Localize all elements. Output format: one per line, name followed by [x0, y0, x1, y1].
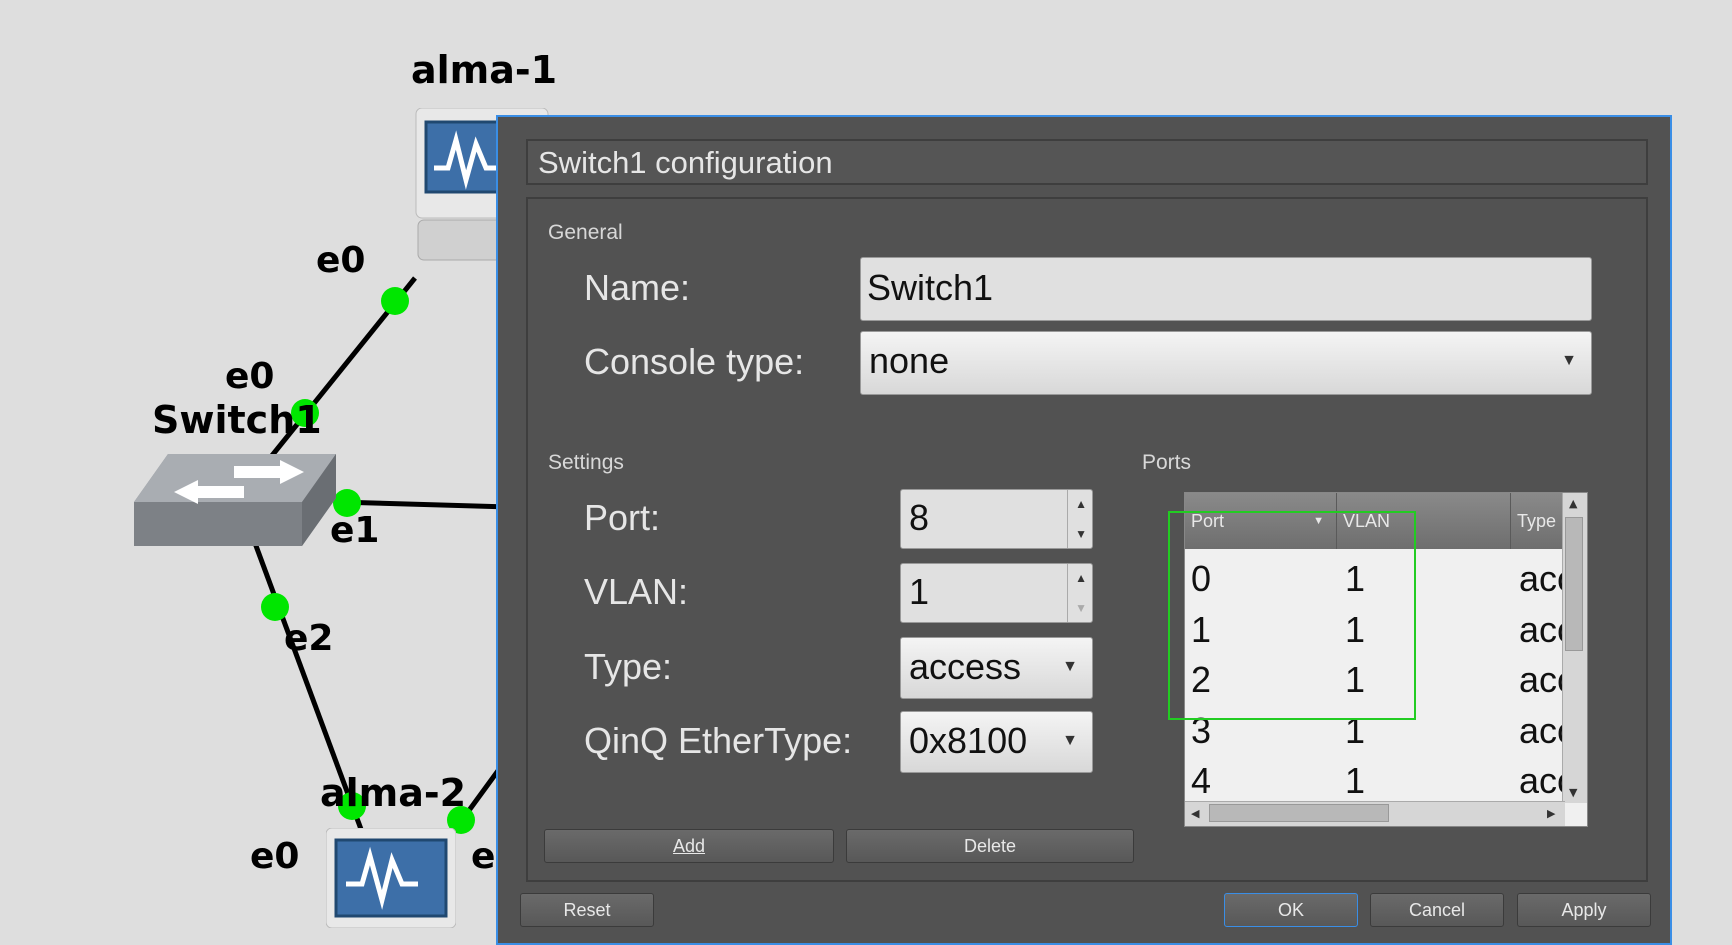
- link-switch-e1: [337, 499, 511, 510]
- table-row[interactable]: 0 1 access: [1185, 553, 1563, 604]
- vlan-spin-buttons[interactable]: ▲ ▼: [1067, 564, 1092, 622]
- scrollbar-thumb[interactable]: [1565, 517, 1583, 651]
- switch1-label: Switch1: [152, 398, 322, 442]
- scroll-right-icon[interactable]: ▶: [1547, 807, 1555, 820]
- spin-down-icon[interactable]: ▼: [1075, 602, 1087, 614]
- cancel-button[interactable]: Cancel: [1370, 893, 1504, 927]
- table-vertical-scrollbar[interactable]: ▲ ▼: [1562, 493, 1587, 803]
- name-field[interactable]: Switch1: [860, 257, 1592, 321]
- alma2-e1-label: e: [471, 836, 496, 877]
- ports-table-header: Port ▼ VLAN Type: [1185, 493, 1563, 549]
- chevron-down-icon: ▼: [1062, 732, 1078, 749]
- port-spin-buttons[interactable]: ▲ ▼: [1067, 490, 1092, 548]
- settings-group-title: Settings: [548, 451, 624, 474]
- sort-indicator-icon: ▼: [1313, 515, 1324, 527]
- type-value: access: [909, 646, 1022, 687]
- qinq-select[interactable]: 0x8100 ▼: [900, 711, 1093, 773]
- console-type-value: none: [869, 340, 950, 381]
- name-label: Name:: [584, 267, 691, 308]
- table-horizontal-scrollbar[interactable]: ◀ ▶: [1185, 801, 1565, 826]
- console-type-label: Console type:: [584, 341, 805, 382]
- link-dot: [261, 593, 289, 621]
- spin-down-icon[interactable]: ▼: [1075, 528, 1087, 540]
- switch-icon[interactable]: [134, 452, 340, 552]
- alma1-e0-label: e0: [316, 240, 366, 281]
- general-group-title: General: [548, 221, 623, 244]
- col-header-port[interactable]: Port ▼: [1185, 493, 1337, 549]
- scroll-down-icon[interactable]: ▼: [1569, 786, 1577, 799]
- scroll-left-icon[interactable]: ◀: [1191, 807, 1199, 820]
- alma1-label: alma-1: [411, 48, 558, 92]
- ports-group-title: Ports: [1142, 451, 1192, 474]
- qinq-label: QinQ EtherType:: [584, 720, 853, 761]
- col-header-vlan[interactable]: VLAN: [1337, 493, 1511, 549]
- spin-up-icon[interactable]: ▲: [1075, 572, 1087, 584]
- dialog-title: Switch1 configuration: [538, 145, 833, 180]
- vlan-value: 1: [909, 571, 930, 612]
- ports-table[interactable]: Port ▼ VLAN Type 0 1 access 1 1 access 2…: [1184, 492, 1588, 827]
- delete-button[interactable]: Delete: [846, 829, 1134, 863]
- add-button[interactable]: Add: [544, 829, 834, 863]
- table-row[interactable]: 1 1 access: [1185, 604, 1563, 655]
- port-value: 8: [909, 497, 930, 538]
- scrollbar-thumb[interactable]: [1209, 804, 1389, 822]
- table-row[interactable]: 4 1 access: [1185, 755, 1563, 806]
- switch-e0-label: e0: [225, 356, 275, 397]
- type-label: Type:: [584, 646, 673, 687]
- console-type-select[interactable]: none ▼: [860, 331, 1592, 395]
- switch-e2-label: e2: [284, 618, 334, 659]
- dialog-title-bar: Switch1 configuration: [526, 139, 1648, 185]
- ok-button[interactable]: OK: [1224, 893, 1358, 927]
- reset-button[interactable]: Reset: [520, 893, 654, 927]
- table-row[interactable]: 3 1 access: [1185, 705, 1563, 756]
- vlan-label: VLAN:: [584, 571, 689, 612]
- port-label: Port:: [584, 497, 661, 538]
- chevron-down-icon: ▼: [1561, 352, 1577, 369]
- vlan-spinbox[interactable]: 1 ▲ ▼: [900, 563, 1093, 623]
- alma2-e0-label: e0: [250, 836, 300, 877]
- switch-config-dialog: Switch1 configuration General Name: Swit…: [496, 115, 1672, 945]
- type-select[interactable]: access ▼: [900, 637, 1093, 699]
- qinq-value: 0x8100: [909, 720, 1028, 761]
- table-row[interactable]: 2 1 access: [1185, 654, 1563, 705]
- alma2-host-icon[interactable]: [325, 827, 457, 932]
- chevron-down-icon: ▼: [1062, 658, 1078, 675]
- switch-e1-label: e1: [330, 510, 380, 551]
- config-group: General Name: Switch1 Console type: none…: [526, 197, 1648, 882]
- link-dot: [381, 287, 409, 315]
- apply-button[interactable]: Apply: [1517, 893, 1651, 927]
- scroll-up-icon[interactable]: ▲: [1569, 497, 1577, 510]
- port-spinbox[interactable]: 8 ▲ ▼: [900, 489, 1093, 549]
- alma2-label: alma-2: [320, 771, 467, 815]
- spin-up-icon[interactable]: ▲: [1075, 498, 1087, 510]
